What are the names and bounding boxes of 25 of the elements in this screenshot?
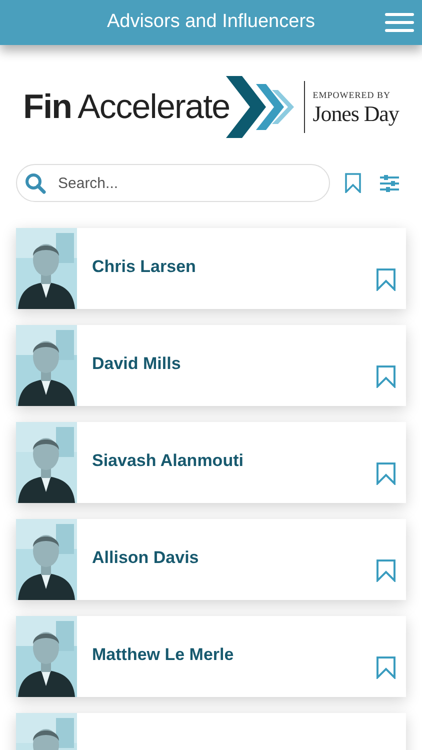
advisor-card[interactable]: Siavash Alanmouti <box>16 422 406 503</box>
logo-tagline: EMPOWERED BY <box>312 89 392 102</box>
logo-text: Jones Day <box>312 102 399 125</box>
advisor-card[interactable]: Chris Larsen <box>16 228 406 309</box>
page-title: Advisors and Influencers <box>106 10 316 34</box>
logo-text: Fin <box>23 90 72 124</box>
search-field[interactable]: Search... <box>16 164 330 202</box>
bookmark-icon[interactable] <box>345 173 361 193</box>
logo-text: Accelerate <box>78 90 230 124</box>
advisor-card[interactable]: Allison Davis <box>16 519 406 600</box>
filter-icon[interactable] <box>380 174 399 192</box>
advisor-name: Matthew Le Merle <box>92 645 234 665</box>
advisor-name: Chris Larsen <box>92 257 196 277</box>
bookmark-icon[interactable] <box>376 462 396 485</box>
advisor-name: Siavash Alanmouti <box>92 451 244 471</box>
bookmark-icon[interactable] <box>376 268 396 291</box>
search-icon <box>25 173 46 194</box>
bookmark-icon[interactable] <box>376 656 396 679</box>
menu-icon[interactable] <box>385 13 414 32</box>
advisor-card[interactable]: David Mills <box>16 325 406 406</box>
advisor-card[interactable]: Matthew Le Merle <box>16 616 406 697</box>
bookmark-icon[interactable] <box>376 365 396 388</box>
bookmark-icon[interactable] <box>376 559 396 582</box>
advisor-name: David Mills <box>92 354 181 374</box>
advisor-name: Allison Davis <box>92 548 199 568</box>
